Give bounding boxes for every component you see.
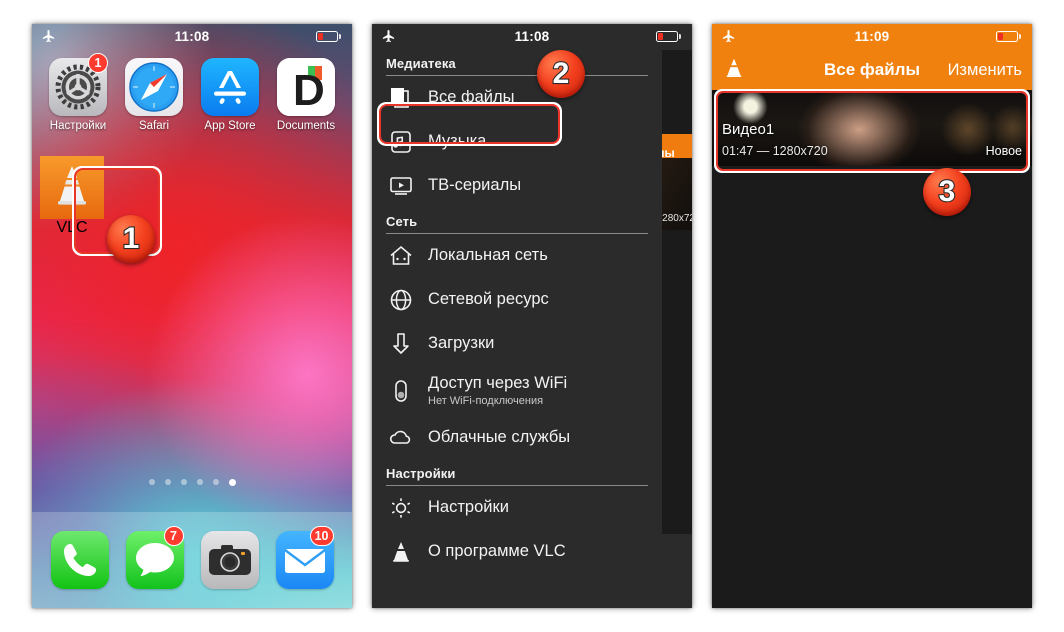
app-settings[interactable]: 1 Настройки	[46, 53, 110, 132]
menu-item-cloud-services[interactable]: Облачные службы	[372, 416, 662, 460]
menu-label-wifi-upload: Доступ через WiFi	[428, 374, 568, 393]
menu-label-local-network: Локальная сеть	[428, 246, 548, 265]
menu-item-tv-shows[interactable]: ТВ-сериалы	[372, 164, 662, 208]
app-grid-row-1: 1 Настройки Safari App Store D Documents	[32, 53, 352, 132]
menu-item-network-stream[interactable]: Сетевой ресурс	[372, 278, 662, 322]
app-label-safari: Safari	[138, 120, 170, 132]
status-bar-2: 11:08	[372, 24, 692, 50]
menu-item-downloads[interactable]: Загрузки	[372, 322, 662, 366]
menu-item-local-network[interactable]: Локальная сеть	[372, 234, 662, 278]
app-label-app-store: App Store	[204, 120, 256, 132]
navbar: Все файлы Изменить	[712, 50, 1032, 90]
home-network-icon	[386, 241, 416, 271]
screenshot-stage: 11:08 1 Настройки Safari App Store D Doc…	[0, 0, 1064, 632]
gear-icon	[386, 493, 416, 523]
vlc-cone-icon	[386, 537, 416, 567]
menu-label-cloud-services: Облачные службы	[428, 428, 571, 447]
step-badge-2: 2	[537, 50, 585, 98]
app-store-icon	[201, 58, 259, 116]
menu-sub-wifi-upload: Нет WiFi-подключения	[428, 394, 544, 407]
menu-label-tv-shows: ТВ-сериалы	[428, 176, 522, 195]
status-time-3: 11:09	[854, 29, 890, 44]
menu-label-settings: Настройки	[428, 498, 509, 517]
status-time-2: 11:08	[514, 29, 550, 44]
toggle-switch-icon	[386, 376, 416, 406]
app-safari[interactable]: Safari	[122, 58, 186, 132]
menu-item-settings[interactable]: Настройки	[372, 486, 662, 530]
documents-icon: D	[277, 58, 335, 116]
all-files-highlight	[377, 102, 562, 146]
menu-item-wifi-upload[interactable]: Доступ через WiFi Нет WiFi-подключения	[372, 366, 662, 416]
download-icon	[386, 329, 416, 359]
phone-vlc-all-files: 11:09 Все файлы Изменить Видео1 01:47 — …	[712, 24, 1032, 608]
status-bar-3: 11:09	[712, 24, 1032, 50]
vlc-cone-icon[interactable]	[722, 56, 746, 85]
step-badge-3: 3	[923, 168, 971, 216]
app-documents[interactable]: D Documents	[274, 58, 338, 132]
section-header-network: Сеть	[386, 214, 418, 229]
svg-text:D: D	[293, 66, 325, 115]
section-header-media: Медиатека	[386, 56, 456, 71]
cloud-icon	[386, 423, 416, 453]
vlc-side-menu: Все файлы Видео1 01:47 — 1280x720 11:08	[372, 24, 692, 608]
menu-label-network-stream: Сетевой ресурс	[428, 290, 549, 309]
messages-badge: 7	[163, 526, 184, 546]
status-bar-1: 11:08	[32, 24, 352, 50]
globe-icon	[386, 285, 416, 315]
menu-label-downloads: Загрузки	[428, 334, 495, 353]
step-badge-1: 1	[107, 215, 155, 263]
dock: 7 10	[32, 512, 352, 608]
status-time-1: 11:08	[174, 29, 210, 44]
mail-badge: 10	[309, 526, 334, 546]
phone-vlc-sidemenu: Все файлы Видео1 01:47 — 1280x720 11:08	[372, 24, 692, 608]
vlc-all-files-screen: 11:09 Все файлы Изменить Видео1 01:47 — …	[712, 24, 1032, 608]
dock-app-phone[interactable]	[49, 531, 111, 589]
tv-icon	[386, 171, 416, 201]
menu-item-about-vlc[interactable]: О программе VLC	[372, 530, 662, 574]
dock-app-messages[interactable]: 7	[124, 526, 186, 589]
battery-low-icon	[996, 31, 1022, 43]
phone-home-screen: 11:08 1 Настройки Safari App Store D Doc…	[32, 24, 352, 608]
battery-low-icon	[656, 31, 682, 43]
page-dots	[32, 479, 352, 486]
file-row-highlight	[714, 89, 1030, 173]
camera-icon	[200, 531, 259, 589]
phone-icon	[50, 531, 109, 589]
dock-app-camera[interactable]	[199, 531, 261, 589]
app-label-settings: Настройки	[49, 120, 107, 132]
app-app-store[interactable]: App Store	[198, 58, 262, 132]
safari-icon	[125, 58, 183, 116]
menu-label-about-vlc: О программе VLC	[428, 542, 566, 561]
section-header-settings: Настройки	[386, 466, 456, 481]
edit-button[interactable]: Изменить	[948, 61, 1022, 80]
battery-low-icon	[316, 31, 342, 43]
settings-badge: 1	[88, 53, 108, 73]
app-label-documents: Documents	[276, 120, 336, 132]
dock-app-mail[interactable]: 10	[274, 526, 336, 589]
